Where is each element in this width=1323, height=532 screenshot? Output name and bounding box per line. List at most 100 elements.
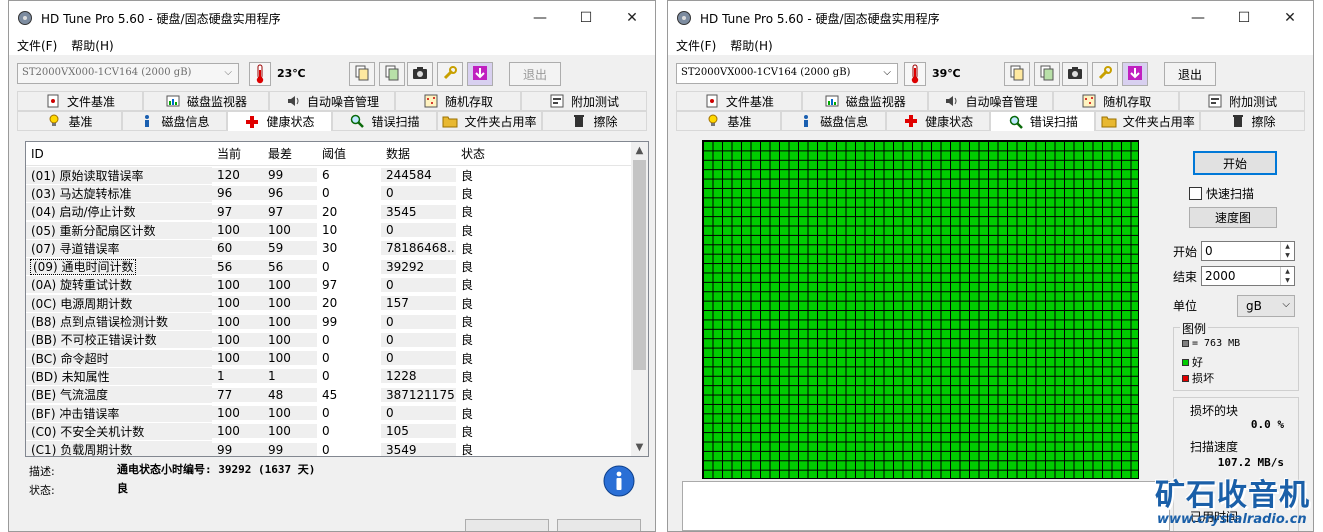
bottom-button-2[interactable] (557, 519, 641, 531)
tab-folder-usage[interactable]: 文件夹占用率 (437, 111, 542, 131)
table-row[interactable]: (BE) 气流温度 77 48 45 387121175 良 (26, 386, 648, 404)
copy-all-button[interactable] (379, 62, 405, 86)
table-row[interactable]: (05) 重新分配扇区计数 100 100 10 0 良 (26, 221, 648, 239)
title-bar[interactable]: HD Tune Pro 5.60 - 硬盘/固态硬盘实用程序 — ☐ ✕ (9, 1, 655, 35)
scroll-up-icon[interactable]: ▲ (631, 142, 648, 159)
quick-scan-checkbox[interactable] (1189, 187, 1202, 200)
screenshot-button[interactable] (1062, 62, 1088, 86)
bottom-button-1[interactable] (465, 519, 549, 531)
table-row[interactable]: (0C) 电源周期计数 100 100 20 157 良 (26, 294, 648, 312)
menu-help[interactable]: 帮助(H) (71, 37, 113, 54)
start-input[interactable]: 0 ▲ ▼ (1201, 241, 1295, 261)
minimize-button[interactable]: — (517, 1, 563, 35)
lightbulb-icon (705, 113, 721, 129)
tab-random-access[interactable]: 随机存取 (1053, 91, 1180, 111)
tab-disk-monitor[interactable]: 磁盘监视器 (143, 91, 269, 111)
screenshot-button[interactable] (407, 62, 433, 86)
cell-data: 0 (381, 332, 456, 347)
smart-attribute-table[interactable]: ID 当前 最差 阈值 数据 状态 (01) 原始读取错误率 120 99 6 2445… (25, 141, 649, 457)
tab-random-access[interactable]: 随机存取 (395, 91, 521, 111)
tab-aam[interactable]: 自动噪音管理 (927, 91, 1054, 111)
vertical-scrollbar[interactable]: ▲ ▼ (631, 142, 648, 456)
column-header-data[interactable]: 数据 (381, 145, 456, 162)
tab-disk-monitor[interactable]: 磁盘监视器 (801, 91, 928, 111)
copy-all-icon (384, 65, 400, 84)
title-bar[interactable]: HD Tune Pro 5.60 - 硬盘/固态硬盘实用程序 — ☐ ✕ (668, 1, 1313, 35)
tab-benchmark[interactable]: 基准 (17, 111, 122, 131)
exit-button[interactable]: 退出 (1164, 62, 1216, 86)
copy-text-button[interactable] (349, 62, 375, 86)
column-header-threshold[interactable]: 阈值 (317, 145, 381, 162)
unit-select[interactable]: gB ⌵ (1237, 295, 1295, 317)
tab-error-scan[interactable]: 错误扫描 (990, 111, 1096, 131)
info-button[interactable] (603, 465, 635, 500)
maximize-button[interactable]: ☐ (563, 1, 609, 35)
cell-worst: 100 (263, 351, 317, 366)
trash-icon (571, 113, 587, 129)
quick-scan-option[interactable]: 快速扫描 (1189, 185, 1254, 202)
tab-error-scan[interactable]: 错误扫描 (332, 111, 437, 131)
tab-erase[interactable]: 擦除 (1200, 111, 1305, 131)
tab-disk-info[interactable]: 磁盘信息 (780, 111, 886, 131)
cell-id: (BD) 未知属性 (26, 367, 212, 385)
tab-folder-usage[interactable]: 文件夹占用率 (1095, 111, 1201, 131)
menu-help[interactable]: 帮助(H) (730, 37, 772, 54)
minimize-button[interactable]: — (1175, 1, 1221, 35)
options-button[interactable] (1092, 62, 1118, 86)
table-row[interactable]: (BC) 命令超时 100 100 0 0 良 (26, 349, 648, 367)
scroll-down-icon[interactable]: ▼ (631, 439, 648, 456)
speed-map-button[interactable]: 速度图 (1189, 207, 1277, 228)
save-button[interactable] (1122, 62, 1148, 86)
table-row[interactable]: (BB) 不可校正错误计数 100 100 0 0 良 (26, 331, 648, 349)
maximize-button[interactable]: ☐ (1221, 1, 1267, 35)
table-row[interactable]: (04) 启动/停止计数 97 97 20 3545 良 (26, 203, 648, 221)
tab-strip: 文件基准 磁盘监视器 自动噪音管理 随机存取 附加测试 基准 磁盘信息 健康状态… (17, 91, 647, 131)
cell-status: 良 (461, 260, 474, 275)
column-header-worst[interactable]: 最差 (263, 145, 317, 162)
table-row[interactable]: (BD) 未知属性 1 1 0 1228 良 (26, 367, 648, 385)
cell-id: (09) 通电时间计数 (26, 258, 212, 276)
start-scan-button[interactable]: 开始 (1193, 151, 1277, 175)
drive-select[interactable]: ST2000VX000-1CV164 (2000 gB) ⌵ (676, 63, 898, 84)
tab-label: 文件夹占用率 (1122, 114, 1195, 129)
tab-health[interactable]: 健康状态 (885, 111, 991, 131)
close-button[interactable]: ✕ (1267, 1, 1313, 35)
window-title: HD Tune Pro 5.60 - 硬盘/固态硬盘实用程序 (700, 11, 940, 26)
copy-all-button[interactable] (1034, 62, 1060, 86)
tab-benchmark[interactable]: 基准 (676, 111, 781, 131)
save-button[interactable] (467, 62, 493, 86)
scrollbar-thumb[interactable] (633, 160, 646, 370)
close-button[interactable]: ✕ (609, 1, 655, 35)
menu-file[interactable]: 文件(F) (17, 37, 57, 54)
tab-file-benchmark[interactable]: 文件基准 (676, 91, 802, 111)
table-row[interactable]: (C1) 负载周期计数 99 99 0 3549 良 (26, 440, 648, 456)
table-row[interactable]: (09) 通电时间计数 56 56 0 39292 良 (26, 257, 648, 276)
table-row[interactable]: (0A) 旋转重试计数 100 100 97 0 良 (26, 276, 648, 294)
end-input[interactable]: 2000 ▲ ▼ (1201, 266, 1295, 286)
table-row[interactable]: (BF) 冲击错误率 100 100 0 0 良 (26, 404, 648, 422)
menu-file[interactable]: 文件(F) (676, 37, 716, 54)
exit-button[interactable]: 退出 (509, 62, 561, 86)
copy-text-button[interactable] (1004, 62, 1030, 86)
tab-health[interactable]: 健康状态 (227, 111, 332, 131)
cell-status: 良 (461, 424, 474, 439)
tab-disk-info[interactable]: 磁盘信息 (122, 111, 227, 131)
column-header-status[interactable]: 状态 (456, 145, 516, 162)
cell-status: 良 (461, 351, 474, 366)
table-row[interactable]: (B8) 点到点错误检测计数 100 100 99 0 良 (26, 312, 648, 331)
tab-extra-tests[interactable]: 附加测试 (1179, 91, 1305, 111)
options-button[interactable] (437, 62, 463, 86)
tab-extra-tests[interactable]: 附加测试 (521, 91, 647, 111)
table-row[interactable]: (07) 寻道错误率 60 59 30 78186468... 良 (26, 239, 648, 257)
table-row[interactable]: (C0) 不安全关机计数 100 100 0 105 良 (26, 422, 648, 440)
column-header-current[interactable]: 当前 (212, 145, 263, 162)
tab-erase[interactable]: 擦除 (542, 111, 647, 131)
column-header-id[interactable]: ID (26, 147, 212, 161)
table-row[interactable]: (01) 原始读取错误率 120 99 6 244584 良 (26, 166, 648, 184)
spinner-arrows-icon[interactable]: ▲ ▼ (1280, 267, 1294, 285)
table-row[interactable]: (03) 马达旋转标准 96 96 0 0 良 (26, 184, 648, 202)
tab-file-benchmark[interactable]: 文件基准 (17, 91, 143, 111)
tab-aam[interactable]: 自动噪音管理 (269, 91, 395, 111)
spinner-arrows-icon[interactable]: ▲ ▼ (1280, 242, 1294, 260)
drive-select[interactable]: ST2000VX000-1CV164 (2000 gB) ⌵ (17, 63, 239, 84)
